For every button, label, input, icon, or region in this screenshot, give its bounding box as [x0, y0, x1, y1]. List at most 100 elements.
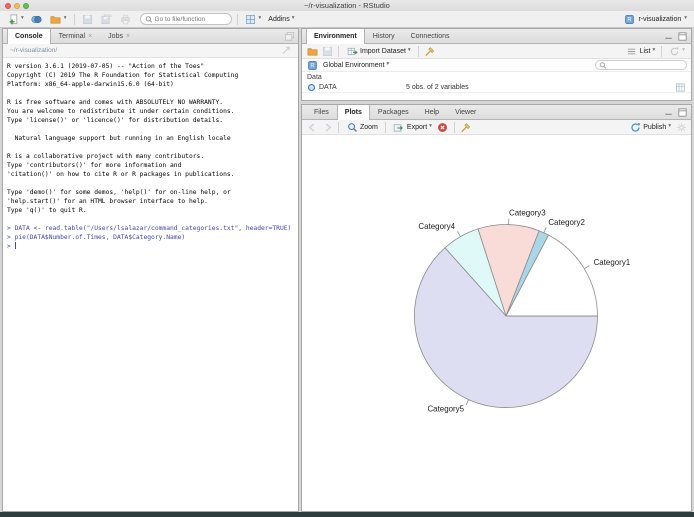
- pie-label-category1: Category1: [594, 258, 631, 267]
- tab-label: Connections: [410, 32, 450, 40]
- environment-view-mode-button[interactable]: List ▾: [624, 44, 658, 58]
- tab-environment[interactable]: Environment: [306, 29, 365, 44]
- environment-scope-button[interactable]: Global Environment ▾: [321, 61, 391, 70]
- tab-viewer[interactable]: Viewer: [447, 105, 484, 119]
- panes-grid-icon: [245, 13, 257, 25]
- view-data-grid-icon[interactable]: [674, 81, 686, 93]
- maximize-panel-icon[interactable]: [676, 31, 688, 43]
- tab-close-icon[interactable]: ×: [126, 33, 130, 40]
- plots-toolbar: Zoom Export ▾ Publish ▾: [302, 120, 691, 135]
- save-all-icon: [101, 13, 113, 25]
- console-output-line: Natural language support but running in …: [7, 135, 231, 142]
- remove-plot-icon[interactable]: [437, 121, 449, 133]
- environment-tabbar: Environment History Connections: [302, 29, 691, 44]
- pie-label-tick: [543, 227, 547, 233]
- addins-button[interactable]: Addins ▾: [266, 15, 296, 24]
- panes-layout-button[interactable]: ▾: [243, 12, 264, 26]
- export-plot-button[interactable]: Export ▾: [391, 120, 434, 134]
- refresh-icon: [668, 45, 680, 57]
- tab-files[interactable]: Files: [306, 105, 337, 119]
- tab-label: Files: [314, 108, 329, 116]
- minimize-panel-icon[interactable]: [662, 31, 674, 43]
- chevron-down-icon: ▾: [386, 61, 390, 68]
- tab-close-icon[interactable]: ×: [88, 33, 92, 40]
- zoom-plot-button[interactable]: Zoom: [344, 120, 380, 134]
- plot-area: Category1 Category2 Category3 Category4 Cate…: [302, 136, 691, 511]
- new-file-icon: [7, 13, 19, 25]
- console-panel: Console Terminal × Jobs × ~/r-visualization/…: [2, 28, 299, 512]
- tab-connections[interactable]: Connections: [403, 29, 458, 43]
- next-plot-icon[interactable]: [321, 121, 333, 133]
- addins-label: Addins: [268, 15, 290, 23]
- main-toolbar: ▾ ▾ Go to file/function ▾ Addins ▾ R r-v…: [0, 11, 694, 28]
- pie-chart: Category1 Category2Category3 Category4 Cate…: [414, 209, 631, 414]
- object-name: DATA: [319, 83, 337, 91]
- refresh-environment-button[interactable]: ▾: [666, 44, 687, 58]
- console-output: R version 3.6.1 (2019-07-05) -- "Action …: [3, 58, 298, 255]
- tab-label: Viewer: [455, 108, 477, 116]
- tab-jobs[interactable]: Jobs ×: [100, 29, 138, 43]
- publish-button[interactable]: Publish ▾: [627, 120, 673, 134]
- chevron-down-icon: ▾: [684, 15, 687, 22]
- save-workspace-icon[interactable]: [321, 45, 333, 57]
- goto-file-input[interactable]: [154, 15, 225, 23]
- tab-help[interactable]: Help: [417, 105, 447, 119]
- pie-label-category2: Category2: [548, 218, 585, 227]
- environment-scope-row: R Global Environment ▾: [302, 59, 691, 72]
- open-file-button[interactable]: ▾: [48, 12, 69, 26]
- tab-label: Jobs: [108, 32, 123, 40]
- clear-objects-broom-icon[interactable]: [424, 45, 436, 57]
- import-dataset-button[interactable]: Import Dataset ▾: [344, 44, 413, 58]
- environment-section-header: Data: [307, 74, 322, 81]
- pie-label-tick: [465, 399, 469, 406]
- list-view-icon: [626, 45, 638, 57]
- new-project-button[interactable]: [29, 12, 45, 26]
- data-object-icon: [307, 83, 316, 92]
- environment-search-input[interactable]: [607, 61, 685, 69]
- popout-icon[interactable]: [279, 45, 291, 57]
- working-directory-label: ~/r-visualization/: [10, 47, 58, 54]
- tab-plots[interactable]: Plots: [336, 105, 370, 120]
- clear-plots-broom-icon[interactable]: [460, 121, 472, 133]
- pie-label-category4: Category4: [418, 222, 455, 231]
- goto-file-search[interactable]: [139, 13, 232, 25]
- tab-terminal[interactable]: Terminal ×: [51, 29, 101, 43]
- svg-text:R: R: [627, 17, 632, 23]
- console-input-line: > pie(DATA$Number.of.Times, DATA$Categor…: [7, 234, 186, 241]
- console-input-line: > DATA <- read.table("/Users/lsalazar/co…: [7, 225, 292, 232]
- tab-console[interactable]: Console: [7, 29, 51, 44]
- previous-plot-icon[interactable]: [306, 121, 318, 133]
- minimize-panel-icon[interactable]: [662, 107, 674, 119]
- tab-packages[interactable]: Packages: [370, 105, 417, 119]
- console-tabbar: Console Terminal × Jobs ×: [3, 29, 298, 44]
- gear-icon[interactable]: [675, 121, 687, 133]
- export-icon: [393, 121, 405, 133]
- save-button[interactable]: [80, 12, 96, 26]
- maximize-panel-icon[interactable]: [676, 107, 688, 119]
- maximize-panel-icon[interactable]: [283, 31, 295, 43]
- environment-scope-label: Global Environment: [323, 61, 385, 69]
- load-workspace-icon[interactable]: [306, 45, 318, 57]
- environment-object-row[interactable]: DATA 5 obs. of 2 variables: [302, 82, 691, 93]
- new-file-button[interactable]: ▾: [5, 12, 26, 26]
- r-global-env-icon: R: [306, 59, 318, 71]
- project-menu-button[interactable]: R r-visualization ▾: [621, 12, 689, 26]
- chevron-down-icon: ▾: [258, 15, 262, 22]
- publish-label: Publish: [643, 123, 667, 131]
- console-output-line: Copyright (C) 2019 The R Foundation for …: [7, 72, 239, 79]
- export-label: Export: [406, 123, 428, 131]
- console-output-line: R is free software and comes with ABSOLU…: [7, 99, 224, 106]
- project-name-label: r-visualization: [638, 15, 682, 23]
- window-bottom-edge: [0, 512, 694, 517]
- save-all-button[interactable]: [99, 12, 115, 26]
- import-dataset-label: Import Dataset: [360, 47, 406, 55]
- tab-history[interactable]: History: [365, 29, 403, 43]
- chevron-down-icon: ▾: [682, 47, 685, 54]
- tab-label: Help: [424, 108, 440, 116]
- environment-search-box[interactable]: [595, 60, 687, 70]
- console-caret[interactable]: [14, 242, 16, 249]
- print-button[interactable]: [118, 12, 134, 26]
- console-output-line: Platform: x86_64-apple-darwin15.6.0 (64-…: [7, 81, 174, 88]
